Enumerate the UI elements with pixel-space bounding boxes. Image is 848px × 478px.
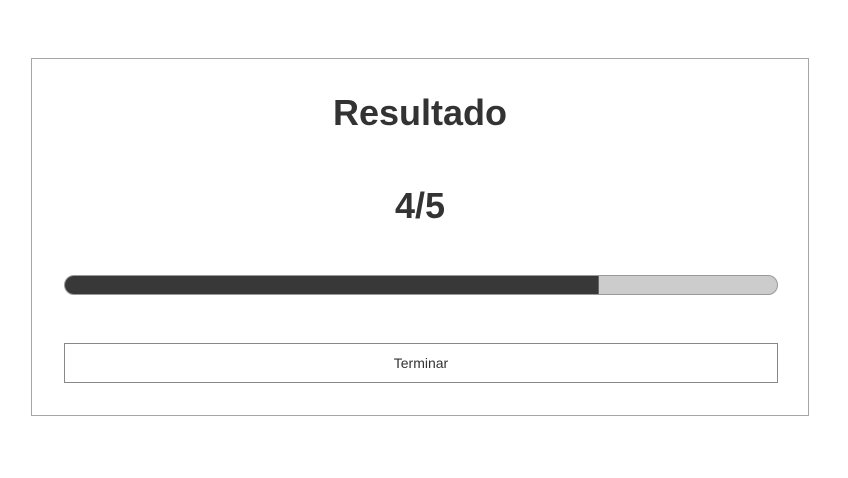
score-display: 4/5 xyxy=(394,185,446,226)
result-title: Resultado xyxy=(332,92,508,133)
result-card: Resultado 4/5 Terminar xyxy=(31,58,809,416)
score-progress-fill xyxy=(65,276,599,294)
finish-button[interactable]: Terminar xyxy=(64,343,778,383)
score-progress-bar xyxy=(64,275,778,295)
